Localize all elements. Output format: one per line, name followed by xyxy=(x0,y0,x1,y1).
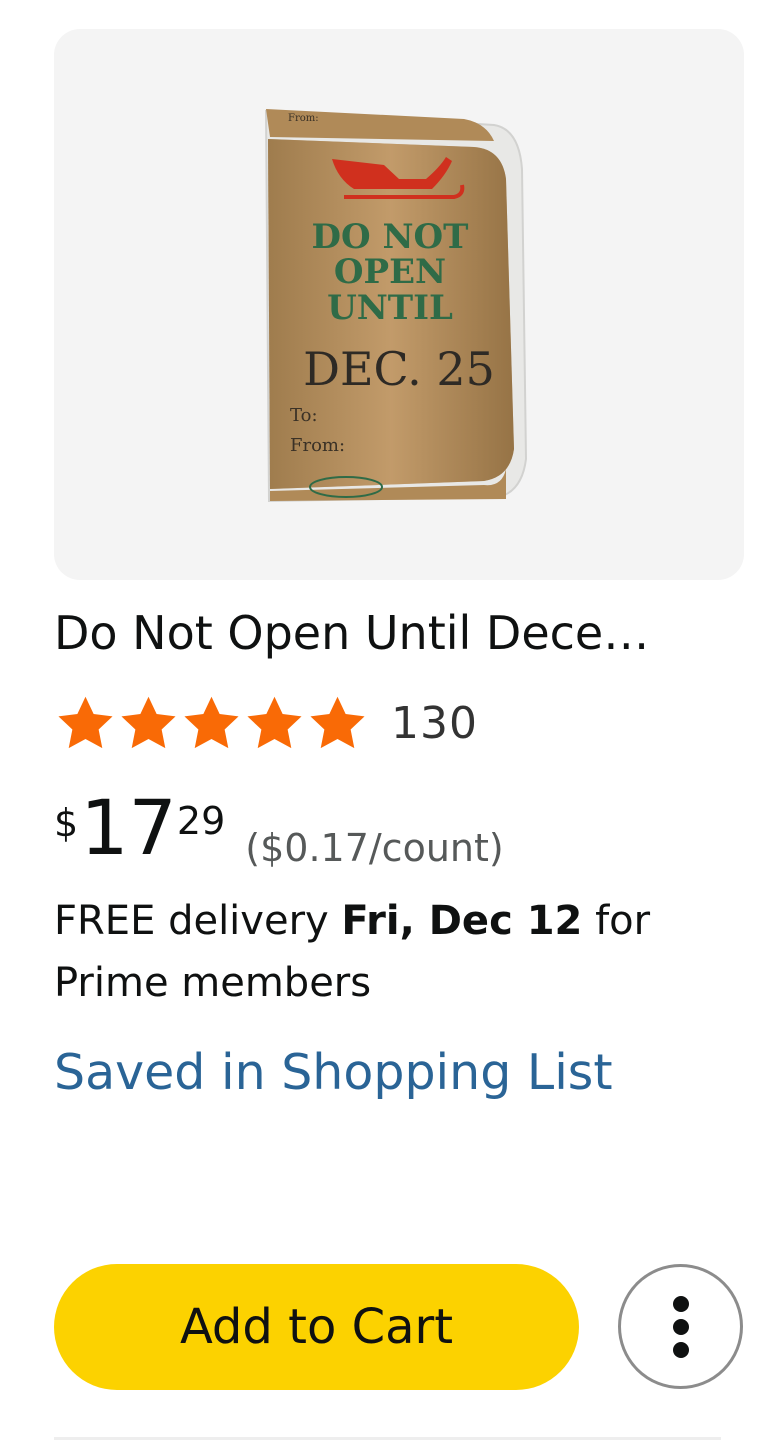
star-rating xyxy=(54,692,369,755)
price: $ 17 29 ($0.17/count) xyxy=(54,788,504,878)
more-options-button[interactable] xyxy=(618,1264,743,1389)
star-icon xyxy=(247,696,302,748)
price-whole: 17 xyxy=(80,783,177,872)
product-title[interactable]: Do Not Open Until Dece… xyxy=(54,600,724,666)
add-to-cart-button[interactable]: Add to Cart xyxy=(54,1264,579,1390)
star-icon xyxy=(184,696,239,748)
delivery-prefix: FREE delivery xyxy=(54,898,342,944)
image-text-line-3: UNTIL xyxy=(327,288,453,328)
star-icon xyxy=(121,696,176,748)
sticker-roll-illustration: DO NOT OPEN UNTIL DEC. 25 To: From: From… xyxy=(264,109,528,503)
review-count[interactable]: 130 xyxy=(391,698,478,749)
saved-in-shopping-list-link[interactable]: Saved in Shopping List xyxy=(54,1040,613,1106)
delivery-date: Fri, Dec 12 xyxy=(341,898,583,944)
image-text-line-2: OPEN xyxy=(334,252,446,292)
product-image[interactable]: DO NOT OPEN UNTIL DEC. 25 To: From: From… xyxy=(54,29,744,580)
star-icon xyxy=(310,696,365,748)
vertical-ellipsis-icon xyxy=(672,1295,689,1358)
image-text-line-7: From: xyxy=(288,113,319,124)
price-currency-symbol: $ xyxy=(54,801,79,845)
star-icon xyxy=(58,696,113,748)
product-card: DO NOT OPEN UNTIL DEC. 25 To: From: From… xyxy=(0,0,775,1440)
unit-price: ($0.17/count) xyxy=(245,826,504,870)
image-text-line-4: DEC. 25 xyxy=(303,342,495,396)
image-text-line-5: To: xyxy=(290,405,318,426)
image-text-line-1: DO NOT xyxy=(312,217,469,257)
image-text-line-6: From: xyxy=(290,435,345,456)
rating-row[interactable]: 130 xyxy=(54,688,478,758)
delivery-info: FREE delivery Fri, Dec 12 for Prime memb… xyxy=(54,890,744,1014)
price-fraction: 29 xyxy=(176,799,226,843)
